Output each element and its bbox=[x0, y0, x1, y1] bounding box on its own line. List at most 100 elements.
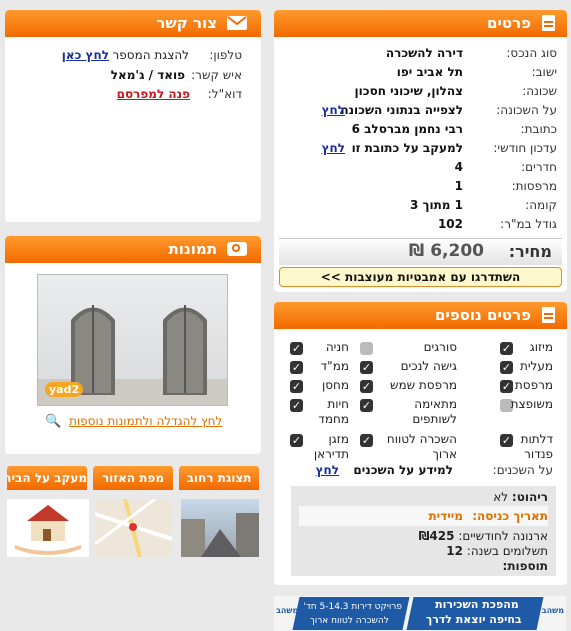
house-hand-icon bbox=[15, 505, 81, 555]
entry-value: מיידית bbox=[428, 509, 463, 523]
entry-row: תאריך כניסה: מיידית bbox=[299, 506, 548, 526]
phone-reveal-link[interactable]: לחץ כאן bbox=[62, 46, 109, 65]
feature-label: דלתות פנדור bbox=[520, 432, 553, 461]
feature-label: מחסן bbox=[321, 378, 349, 392]
camera-icon bbox=[227, 242, 247, 256]
details-row-label: עדכון חודשי: bbox=[493, 141, 557, 155]
media-tab[interactable]: מפת האזור bbox=[93, 466, 173, 490]
feature-checkbox bbox=[290, 342, 303, 355]
feature-label: מרפסת bbox=[514, 378, 553, 392]
banner-main: מהפכת השכירות בחיפה יוצאת לדרך bbox=[406, 597, 544, 630]
details-header: פרטים bbox=[274, 10, 567, 37]
media-tab[interactable]: מעקב על הבית bbox=[7, 466, 87, 490]
details-row: גודל במ"ר: 102 bbox=[282, 215, 557, 234]
document-icon bbox=[542, 307, 555, 323]
details-row-value: דירה להשכרה bbox=[385, 46, 463, 60]
additions-label: תוספות: bbox=[502, 559, 548, 573]
home-watch-thumb[interactable] bbox=[7, 499, 89, 557]
street-view-image bbox=[181, 513, 259, 557]
details-row-value: צהלון, שיכוני חסכון bbox=[354, 84, 463, 98]
photos-panel: תמונות yad2 לחץ להגדלה ולתמונות נוספות 🔍 bbox=[5, 236, 261, 454]
banner-left-logo: משהב bbox=[276, 606, 299, 615]
main-photo[interactable]: yad2 bbox=[37, 274, 228, 406]
feature-checkbox bbox=[360, 361, 373, 374]
area-map-image bbox=[95, 499, 172, 557]
details-row-label: שכונה: bbox=[522, 84, 557, 98]
feature-checkbox bbox=[290, 361, 303, 374]
info-box: ריהוט: לא תאריך כניסה: מיידית ארנונה לחו… bbox=[291, 486, 556, 576]
details-row-label: כתובת: bbox=[520, 122, 557, 136]
arnona-label: ארנונה לחודשיים: bbox=[458, 529, 548, 543]
details-row-label: חדרים: bbox=[521, 160, 557, 174]
extra-details-panel: פרטים נוספים מיזוג סורגים חניה מעלית גישה לנ… bbox=[274, 302, 567, 585]
feature-label: גישה לנכים bbox=[400, 359, 457, 373]
details-row-label: סוג הנכס: bbox=[506, 46, 557, 60]
street-view-thumb[interactable] bbox=[181, 499, 259, 557]
price-value: 6,200 ₪ bbox=[408, 241, 484, 261]
contact-panel: צור קשר טלפון: להצגת המספר לחץ כאן איש ק… bbox=[5, 10, 261, 222]
details-row-link[interactable]: לחץ bbox=[322, 101, 345, 120]
photos-header: תמונות bbox=[5, 236, 261, 263]
details-row: ישוב: תל אביב יפו bbox=[282, 63, 557, 82]
feature-checkbox bbox=[290, 399, 303, 412]
email-link[interactable]: פנה למפרסם bbox=[117, 85, 190, 104]
tenants-link[interactable]: לחץ bbox=[316, 461, 339, 480]
payments-value: 12 bbox=[446, 544, 463, 558]
media-tab[interactable]: תצוגת רחוב bbox=[179, 466, 259, 490]
details-panel: פרטים סוג הנכס: דירה להשכרה ישוב: תל אביב י… bbox=[274, 10, 567, 292]
feature-checkbox bbox=[360, 434, 373, 447]
banner-side-line1: פרויקט דירות 5-14.3 חד' bbox=[303, 602, 403, 612]
details-row: שכונה: צהלון, שיכוני חסכון bbox=[282, 82, 557, 101]
details-row: קומה: 1 מתוך 3 bbox=[282, 196, 557, 215]
enlarge-link[interactable]: לחץ להגדלה ולתמונות נוספות bbox=[69, 414, 222, 428]
extra-details-title: פרטים נוספים bbox=[434, 306, 531, 324]
details-row-label: גודל במ"ר: bbox=[500, 217, 557, 231]
details-row: כתובת: רבי נחמן מברסלב 6 bbox=[282, 120, 557, 139]
details-row-value: 1 מתוך 3 bbox=[409, 198, 463, 212]
email-row: דוא"ל: פנה למפרסם bbox=[12, 85, 242, 104]
extra-details-header: פרטים נוספים bbox=[274, 302, 567, 329]
details-row: על השכונה: לצפייה בנתוני השכונה לחץ bbox=[282, 101, 557, 120]
zoom-icon: 🔍 bbox=[45, 414, 62, 429]
details-row-value: 102 bbox=[437, 217, 463, 231]
feature-checkbox bbox=[290, 434, 303, 447]
photos-title: תמונות bbox=[168, 240, 217, 258]
details-row-label: מרפסות: bbox=[511, 179, 557, 193]
envelope-icon bbox=[227, 16, 247, 30]
contact-title: צור קשר bbox=[156, 14, 217, 32]
media-tabs: תצוגת רחוב מפת האזור מעקב על הבית bbox=[5, 466, 261, 562]
promo-banner[interactable]: מהפכת השכירות בחיפה יוצאת לדרך פרויקט די… bbox=[274, 596, 566, 631]
details-row-value: תל אביב יפו bbox=[396, 65, 463, 79]
furnished-value: לא bbox=[493, 490, 509, 504]
banner-side: פרויקט דירות 5-14.3 חד' להשכרה לטווח ארו… bbox=[292, 597, 410, 630]
details-row: חדרים: 4 bbox=[282, 158, 557, 177]
bath-cta-button[interactable]: השתדרגו עם אמבטיות מעוצבות >> bbox=[279, 267, 562, 287]
yad2-watermark: yad2 bbox=[45, 382, 84, 397]
enlarge-row[interactable]: לחץ להגדלה ולתמונות נוספות 🔍 bbox=[45, 414, 222, 429]
details-row-value: 4 bbox=[454, 160, 463, 174]
details-row-link[interactable]: לחץ bbox=[322, 139, 345, 158]
price-label: מחיר: bbox=[508, 242, 552, 261]
area-map-thumb[interactable] bbox=[95, 499, 172, 557]
feature-label: מעלית bbox=[519, 359, 553, 373]
details-row-label: ישוב: bbox=[531, 65, 557, 79]
person-value: פואד / ג'מאל bbox=[110, 68, 185, 82]
details-row-label: קומה: bbox=[525, 198, 557, 212]
feature-checkbox bbox=[290, 380, 303, 393]
phone-label: טלפון: bbox=[209, 48, 242, 62]
feature-label: חניה bbox=[325, 340, 349, 354]
document-icon bbox=[542, 15, 555, 31]
feature-label: השכרה לטווח ארוך bbox=[386, 432, 457, 461]
details-row: סוג הנכס: דירה להשכרה bbox=[282, 44, 557, 63]
details-row: מרפסות: 1 bbox=[282, 177, 557, 196]
price-bar: מחיר: 6,200 ₪ bbox=[279, 238, 562, 265]
details-row-value: לצפייה בנתוני השכונה bbox=[340, 103, 463, 117]
details-row-value: למעקב על כתובת זו bbox=[351, 141, 463, 155]
details-row-label: על השכונה: bbox=[496, 103, 557, 117]
feature-label: מזגן תדיראן bbox=[313, 432, 349, 461]
feature-checkbox bbox=[360, 399, 373, 412]
furnished-row: ריהוט: לא bbox=[493, 490, 548, 504]
banner-side-line2: להשכרה לטווח ארוך bbox=[309, 616, 389, 626]
person-label: איש קשר: bbox=[191, 68, 242, 82]
bath-cta-label: השתדרגו עם אמבטיות מעוצבות >> bbox=[320, 270, 521, 284]
